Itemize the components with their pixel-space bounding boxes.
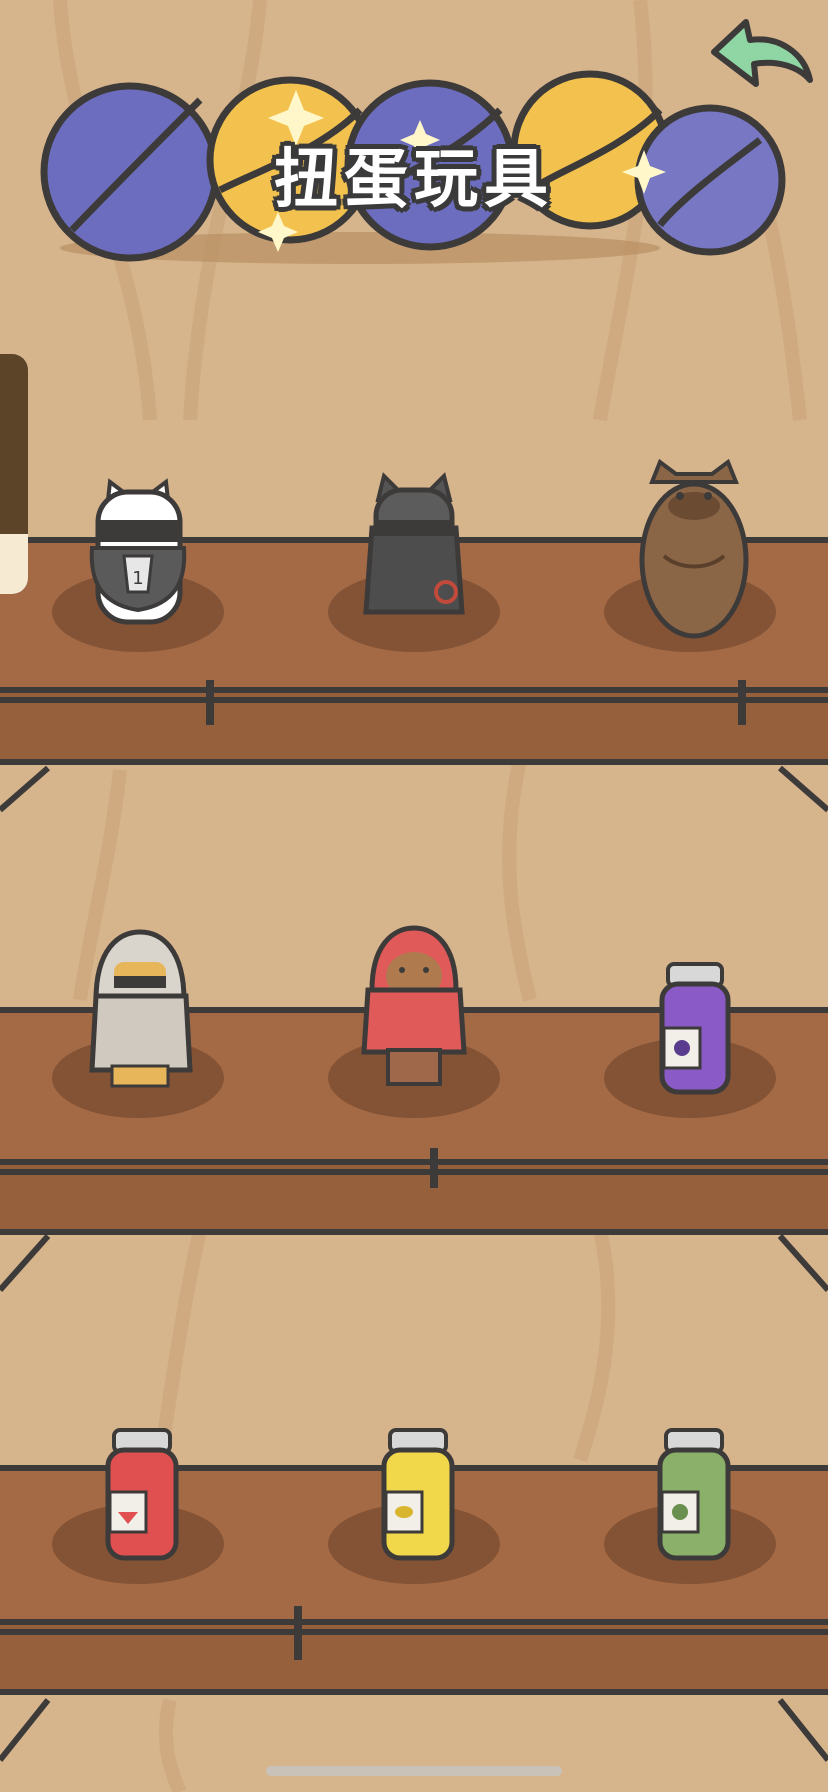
- back-arrow-icon: [711, 19, 813, 87]
- side-drawer-tab[interactable]: [0, 354, 28, 594]
- back-button[interactable]: [706, 10, 818, 100]
- yellow-jam-jar[interactable]: [381, 1428, 455, 1561]
- home-indicator[interactable]: [266, 1766, 562, 1776]
- svg-text:1: 1: [132, 568, 143, 589]
- panda-ninja-figure[interactable]: 1: [89, 478, 187, 625]
- shelf-scene: 1: [0, 0, 828, 1792]
- red-jam-jar[interactable]: [105, 1428, 179, 1561]
- purple-jam-jar[interactable]: [659, 962, 731, 1095]
- hooded-ninja-figure[interactable]: [89, 929, 193, 1088]
- brown-bear-figure[interactable]: [639, 458, 749, 639]
- page-title: 扭蛋玩具: [274, 143, 554, 217]
- black-cat-cloak-figure[interactable]: [363, 472, 465, 615]
- side-drawer-tab-handle: [0, 534, 28, 594]
- green-jam-jar[interactable]: [657, 1428, 731, 1561]
